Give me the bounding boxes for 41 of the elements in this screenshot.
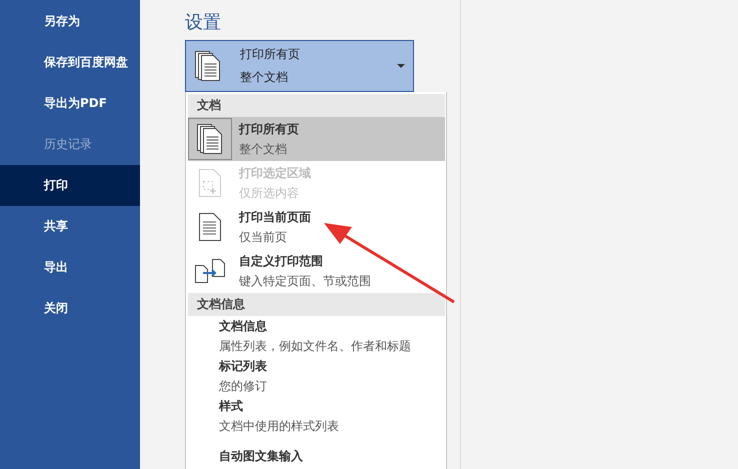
menu-item-title: 打印选定区域 bbox=[239, 164, 311, 182]
menu-item-title: 打印当前页面 bbox=[239, 208, 311, 226]
menu-section-header: 文档 bbox=[188, 94, 445, 117]
sidebar-item[interactable]: 导出 bbox=[0, 247, 140, 288]
dropdown-title: 打印所有页 bbox=[240, 46, 301, 63]
menu-item-title: 文档信息 bbox=[219, 318, 268, 334]
sidebar-item[interactable]: 共享 bbox=[0, 206, 140, 247]
menu-item[interactable]: 文档信息 属性列表，例如文件名、作者和标题 bbox=[188, 316, 445, 356]
menu-item[interactable]: 打印所有页 整个文档 bbox=[188, 117, 445, 161]
page-selection-icon bbox=[198, 168, 222, 198]
sidebar-item[interactable]: 关闭 bbox=[0, 288, 140, 329]
sidebar-item[interactable]: 保存到百度网盘 bbox=[0, 42, 140, 83]
print-range-dropdown[interactable]: 打印所有页 整个文档 bbox=[185, 40, 414, 92]
pages-icon bbox=[196, 123, 224, 155]
menu-item-description: 仅所选内容 bbox=[239, 184, 300, 202]
menu-item-title: 自定义打印范围 bbox=[239, 252, 324, 270]
pages-icon bbox=[194, 50, 222, 82]
menu-item[interactable]: 样式 文档中使用的样式列表 bbox=[188, 396, 445, 436]
menu-item-title: 打印所有页 bbox=[239, 120, 299, 138]
menu-item-description: 您的修订 bbox=[219, 378, 267, 394]
menu-item-title: 样式 bbox=[219, 398, 244, 414]
sidebar-item[interactable]: 打印 bbox=[0, 165, 140, 206]
menu-item-description: 仅当前页 bbox=[239, 228, 288, 246]
menu-item[interactable]: 自动图文集输入 bbox=[188, 436, 445, 469]
section-heading: 设置 bbox=[185, 11, 222, 35]
menu-item-description: 属性列表，例如文件名、作者和标题 bbox=[219, 338, 411, 354]
menu-item[interactable]: 自定义打印范围 键入特定页面、节或范围 bbox=[188, 249, 445, 293]
menu-item-title: 自动图文集输入 bbox=[219, 448, 303, 464]
caret-icon bbox=[397, 64, 405, 68]
sidebar-item[interactable]: 另存为 bbox=[0, 1, 140, 42]
menu-item-description: 键入特定页面、节或范围 bbox=[239, 272, 371, 290]
menu-item-title: 标记列表 bbox=[219, 358, 267, 374]
pages-arrow-icon bbox=[194, 258, 226, 284]
menu-item[interactable]: 打印当前页面 仅当前页 bbox=[188, 205, 445, 249]
menu-item[interactable]: 标记列表 您的修订 bbox=[188, 356, 445, 396]
sidebar-item[interactable]: 导出为PDF bbox=[0, 83, 140, 124]
menu-item-description: 文档中使用的样式列表 bbox=[219, 418, 339, 434]
menu-section-header: 文档信息 bbox=[188, 293, 445, 316]
dropdown-subtitle: 整个文档 bbox=[240, 69, 289, 86]
page-icon bbox=[198, 212, 222, 242]
menu-item-description: 整个文档 bbox=[239, 140, 288, 158]
